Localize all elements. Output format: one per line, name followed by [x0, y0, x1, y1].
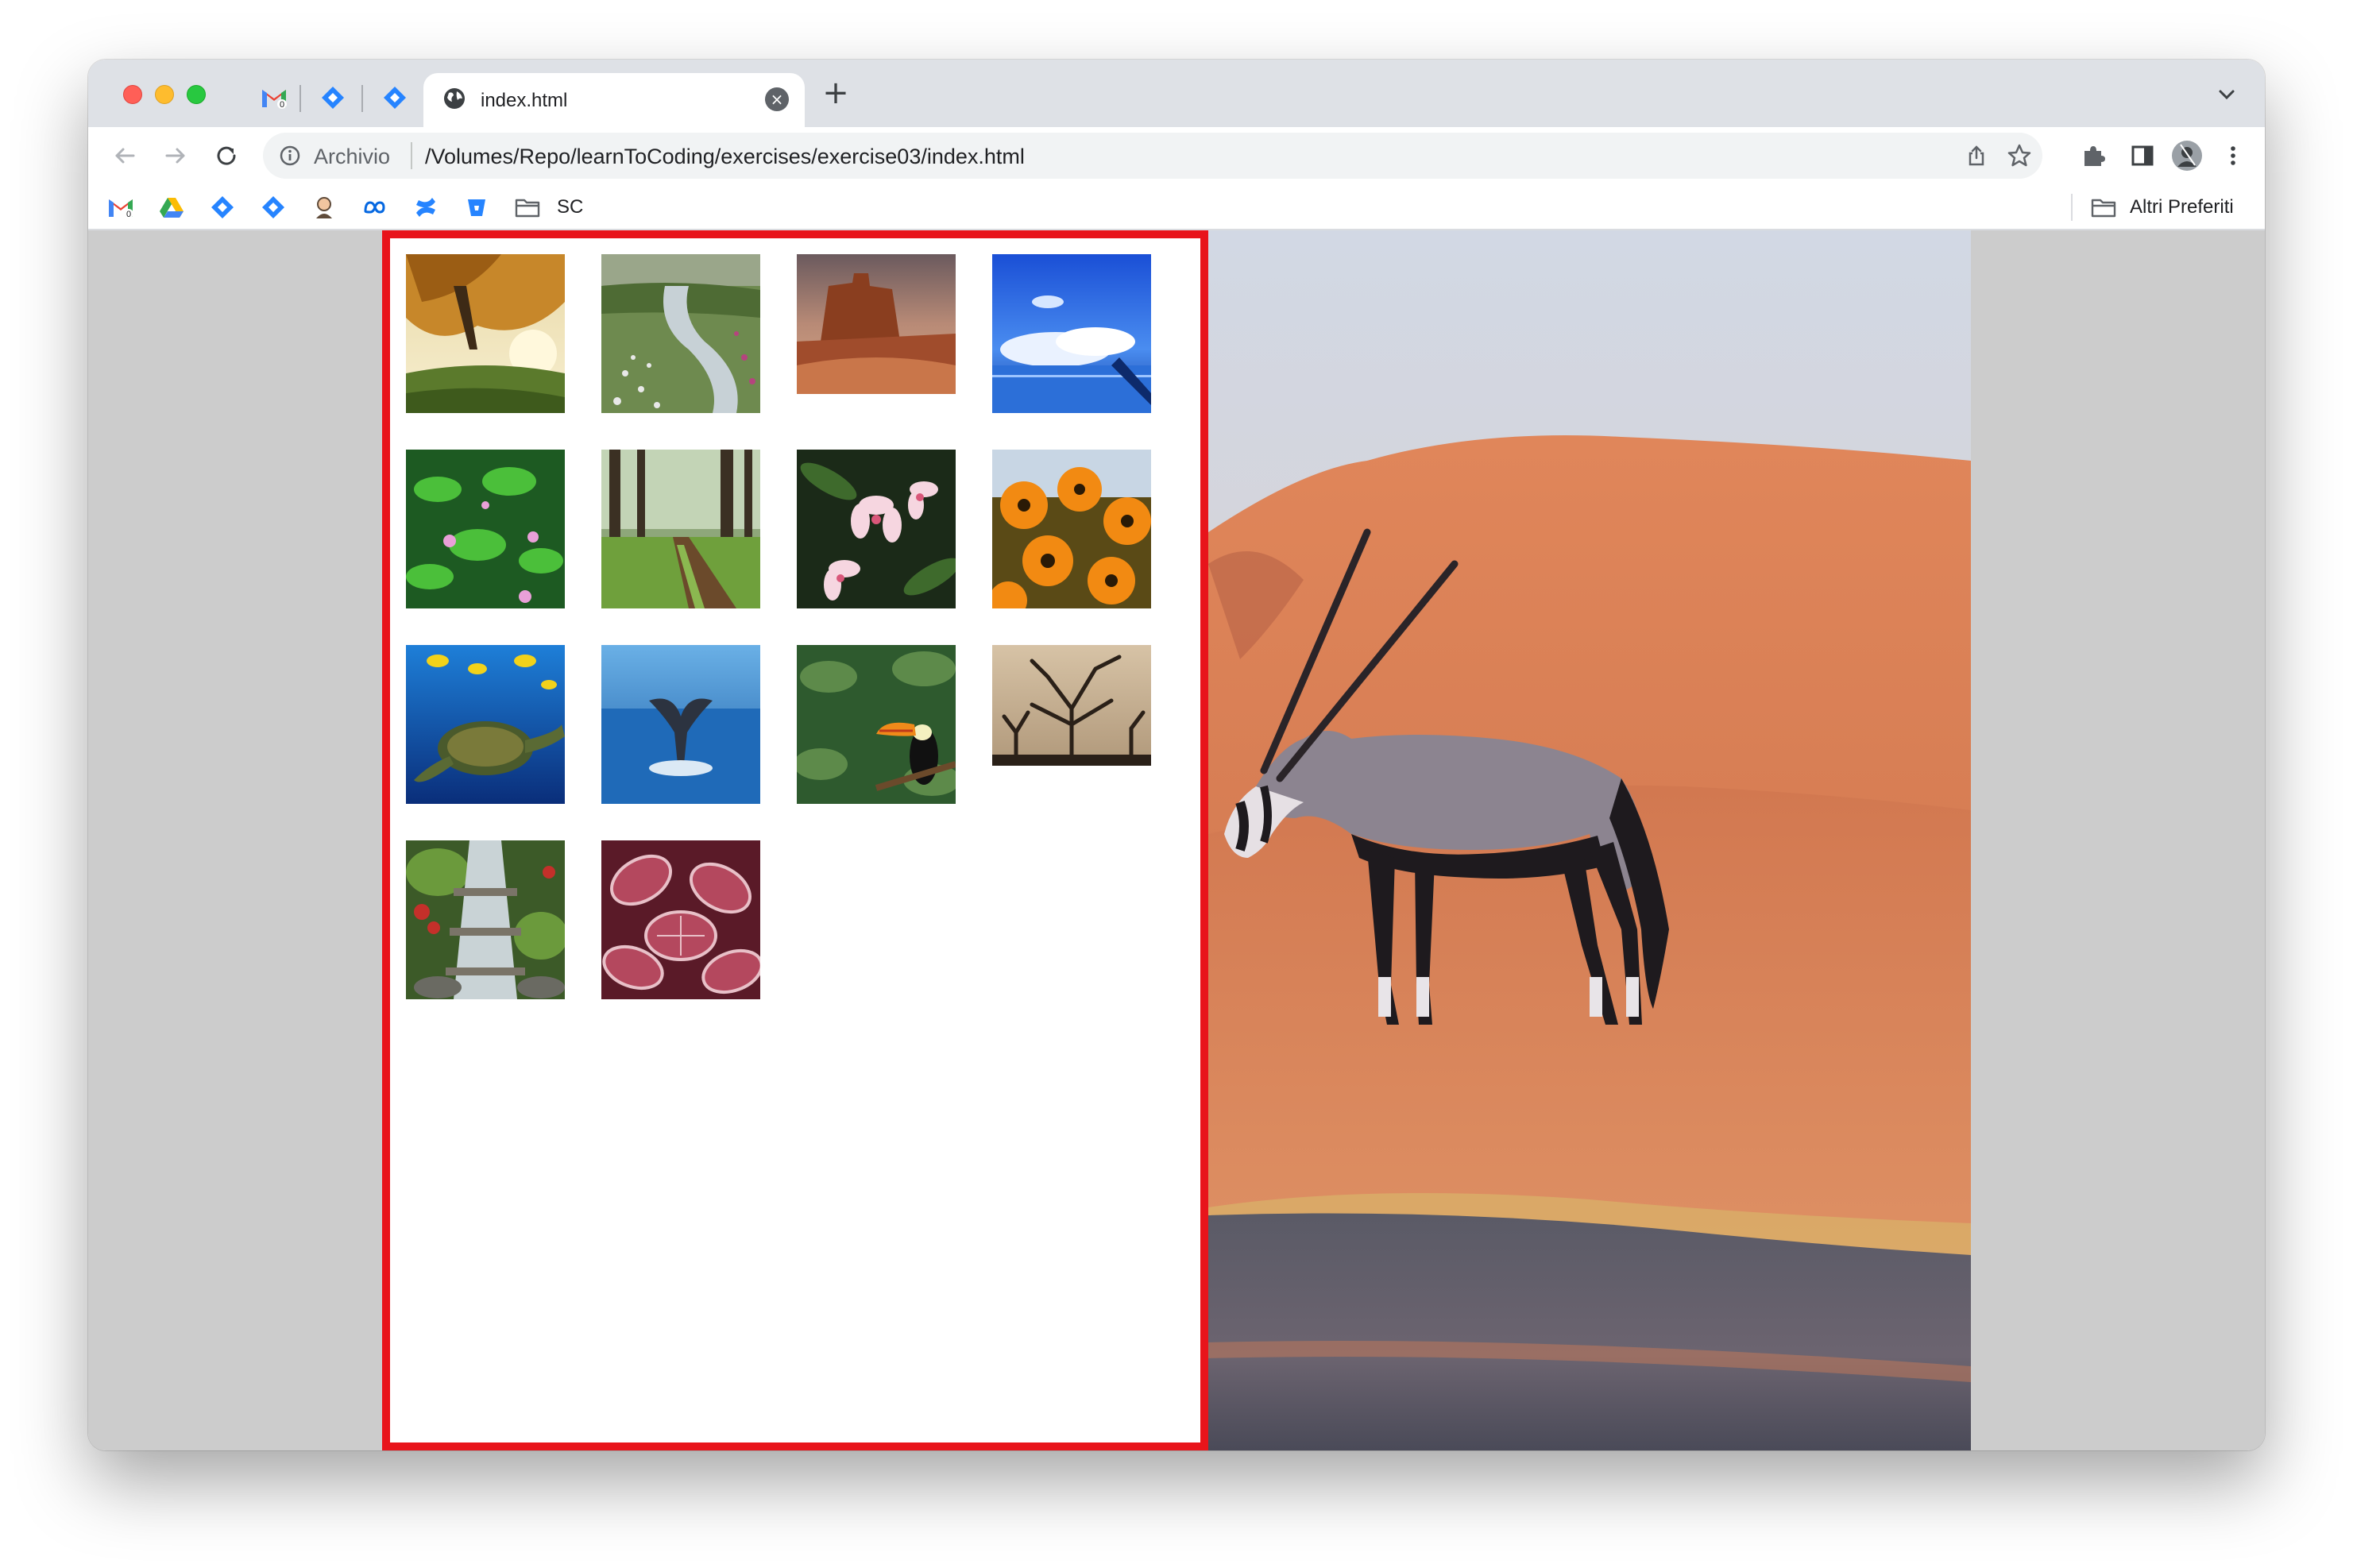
bookmark-jira-2[interactable]: [260, 194, 287, 221]
forward-button[interactable]: [156, 137, 195, 175]
side-panel-button[interactable]: [2127, 140, 2158, 172]
gallery-image-frosty-leaves[interactable]: [601, 840, 760, 999]
other-bookmarks-folder[interactable]: [2090, 194, 2117, 221]
new-tab-button[interactable]: +: [817, 75, 854, 112]
tab-strip: 0 index.html × +: [88, 60, 2265, 127]
gmail-icon: 0: [109, 199, 133, 218]
confluence-icon: [416, 198, 435, 217]
hero-image-oryx: [1208, 230, 1971, 1450]
gallery-image-toucan[interactable]: [797, 645, 956, 804]
arrow-left-icon: [115, 148, 135, 164]
bitbucket-icon: [468, 199, 485, 216]
bookmark-jira[interactable]: [209, 194, 236, 221]
svg-text:0: 0: [126, 210, 131, 218]
jira-icon: [211, 196, 234, 218]
tab-close-button[interactable]: ×: [765, 87, 789, 111]
bookmark-star-button[interactable]: [2006, 142, 2033, 169]
tab-index-html[interactable]: index.html ×: [423, 73, 805, 127]
share-icon: [1969, 145, 1984, 166]
person-icon: [316, 197, 332, 218]
bookmark-google-drive[interactable]: [158, 194, 185, 221]
gmail-icon: 0: [262, 90, 287, 109]
globe-icon: [444, 88, 465, 109]
info-icon[interactable]: [279, 145, 301, 167]
url-text[interactable]: /Volumes/Repo/learnToCoding/exercises/ex…: [425, 145, 1025, 169]
gallery-image-desert-butte[interactable]: [797, 254, 956, 413]
bookmarks-bar: 0 SC Altri Preferiti: [88, 184, 2265, 230]
pinned-tab-gmail[interactable]: 0: [258, 82, 290, 114]
tab-title: index.html: [481, 90, 568, 111]
gallery-image-orange-daisies[interactable]: [992, 450, 1151, 608]
gallery-image-tree-silhouette[interactable]: [992, 645, 1151, 804]
folder-icon: [515, 199, 540, 218]
gallery-image-autumn-tree[interactable]: [406, 254, 565, 413]
maximize-window-button[interactable]: [187, 85, 206, 104]
jira-icon: [322, 87, 344, 109]
extensions-button[interactable]: [2077, 140, 2109, 172]
toolbar: Archivio /Volumes/Repo/learnToCoding/exe…: [88, 127, 2265, 184]
browser-window: 0 index.html × + Archivio /Volumes/Repo/…: [88, 60, 2265, 1450]
scheme-label: Archivio: [314, 145, 391, 168]
back-button[interactable]: [106, 137, 144, 175]
pinned-tab-jira[interactable]: [317, 82, 349, 114]
bookmark-bitbucket[interactable]: [463, 194, 490, 221]
gallery-image-waterfall-garden[interactable]: [406, 840, 565, 999]
page-viewport: [88, 230, 2265, 1450]
folder-icon: [2091, 199, 2116, 218]
tab-search-button[interactable]: [2212, 80, 2241, 109]
svg-text:0: 0: [280, 100, 284, 109]
bookmark-folder-sc-label[interactable]: SC: [557, 196, 583, 218]
image-gallery: [382, 230, 1208, 1450]
other-bookmarks-label[interactable]: Altri Preferiti: [2130, 196, 2234, 218]
address-bar[interactable]: Archivio /Volumes/Repo/learnToCoding/exe…: [263, 133, 2042, 179]
side-panel-icon: [2131, 145, 2154, 166]
close-window-button[interactable]: [123, 85, 142, 104]
gallery-image-green-leaves[interactable]: [406, 450, 565, 608]
more-vertical-icon: [2231, 146, 2235, 165]
bookmark-folder-sc[interactable]: [514, 194, 541, 221]
gallery-image-sky-lake[interactable]: [992, 254, 1151, 413]
reload-button[interactable]: [207, 137, 245, 175]
bookmark-confluence[interactable]: [412, 194, 439, 221]
jira-icon: [384, 87, 406, 109]
google-drive-icon: [160, 198, 184, 218]
bookmark-gmail[interactable]: 0: [107, 194, 134, 221]
bookmark-avatar-site[interactable]: [311, 194, 338, 221]
puzzle-icon: [2084, 146, 2105, 166]
profile-button[interactable]: [2171, 140, 2203, 172]
gallery-image-frangipani[interactable]: [797, 450, 956, 608]
arrow-right-icon: [165, 148, 185, 164]
reload-icon: [217, 146, 236, 165]
share-button[interactable]: [1963, 142, 1990, 169]
jira-icon: [262, 196, 284, 218]
chevron-down-icon: [2219, 90, 2235, 100]
meta-icon: [364, 201, 385, 214]
browser-menu-button[interactable]: [2217, 140, 2249, 172]
bookmark-meta[interactable]: [361, 194, 388, 221]
star-icon: [2007, 144, 2031, 167]
gallery-image-whale-tail[interactable]: [601, 645, 760, 804]
avatar: [2172, 141, 2202, 171]
gallery-image-forest-path[interactable]: [601, 450, 760, 608]
gallery-image-sea-turtle[interactable]: [406, 645, 565, 804]
gallery-image-mountain-stream[interactable]: [601, 254, 760, 413]
pinned-tab-jira-2[interactable]: [379, 82, 411, 114]
minimize-window-button[interactable]: [155, 85, 174, 104]
